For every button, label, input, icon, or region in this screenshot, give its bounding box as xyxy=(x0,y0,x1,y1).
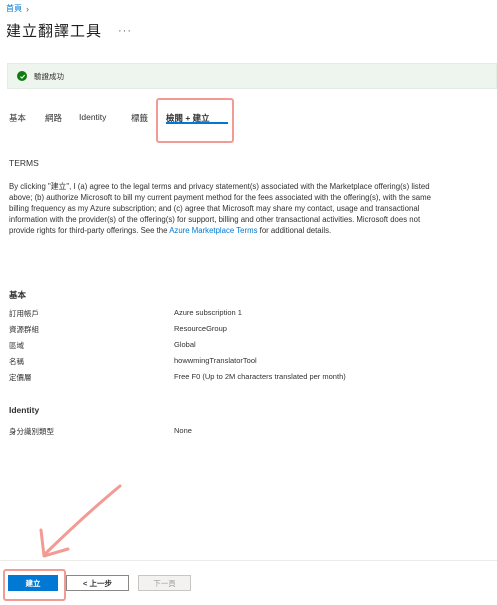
next-button[interactable]: 下一頁 xyxy=(138,575,191,591)
annotation-arrow xyxy=(39,484,122,558)
annotation-highlight-create xyxy=(3,569,66,601)
previous-button[interactable]: < 上一步 xyxy=(66,575,129,591)
